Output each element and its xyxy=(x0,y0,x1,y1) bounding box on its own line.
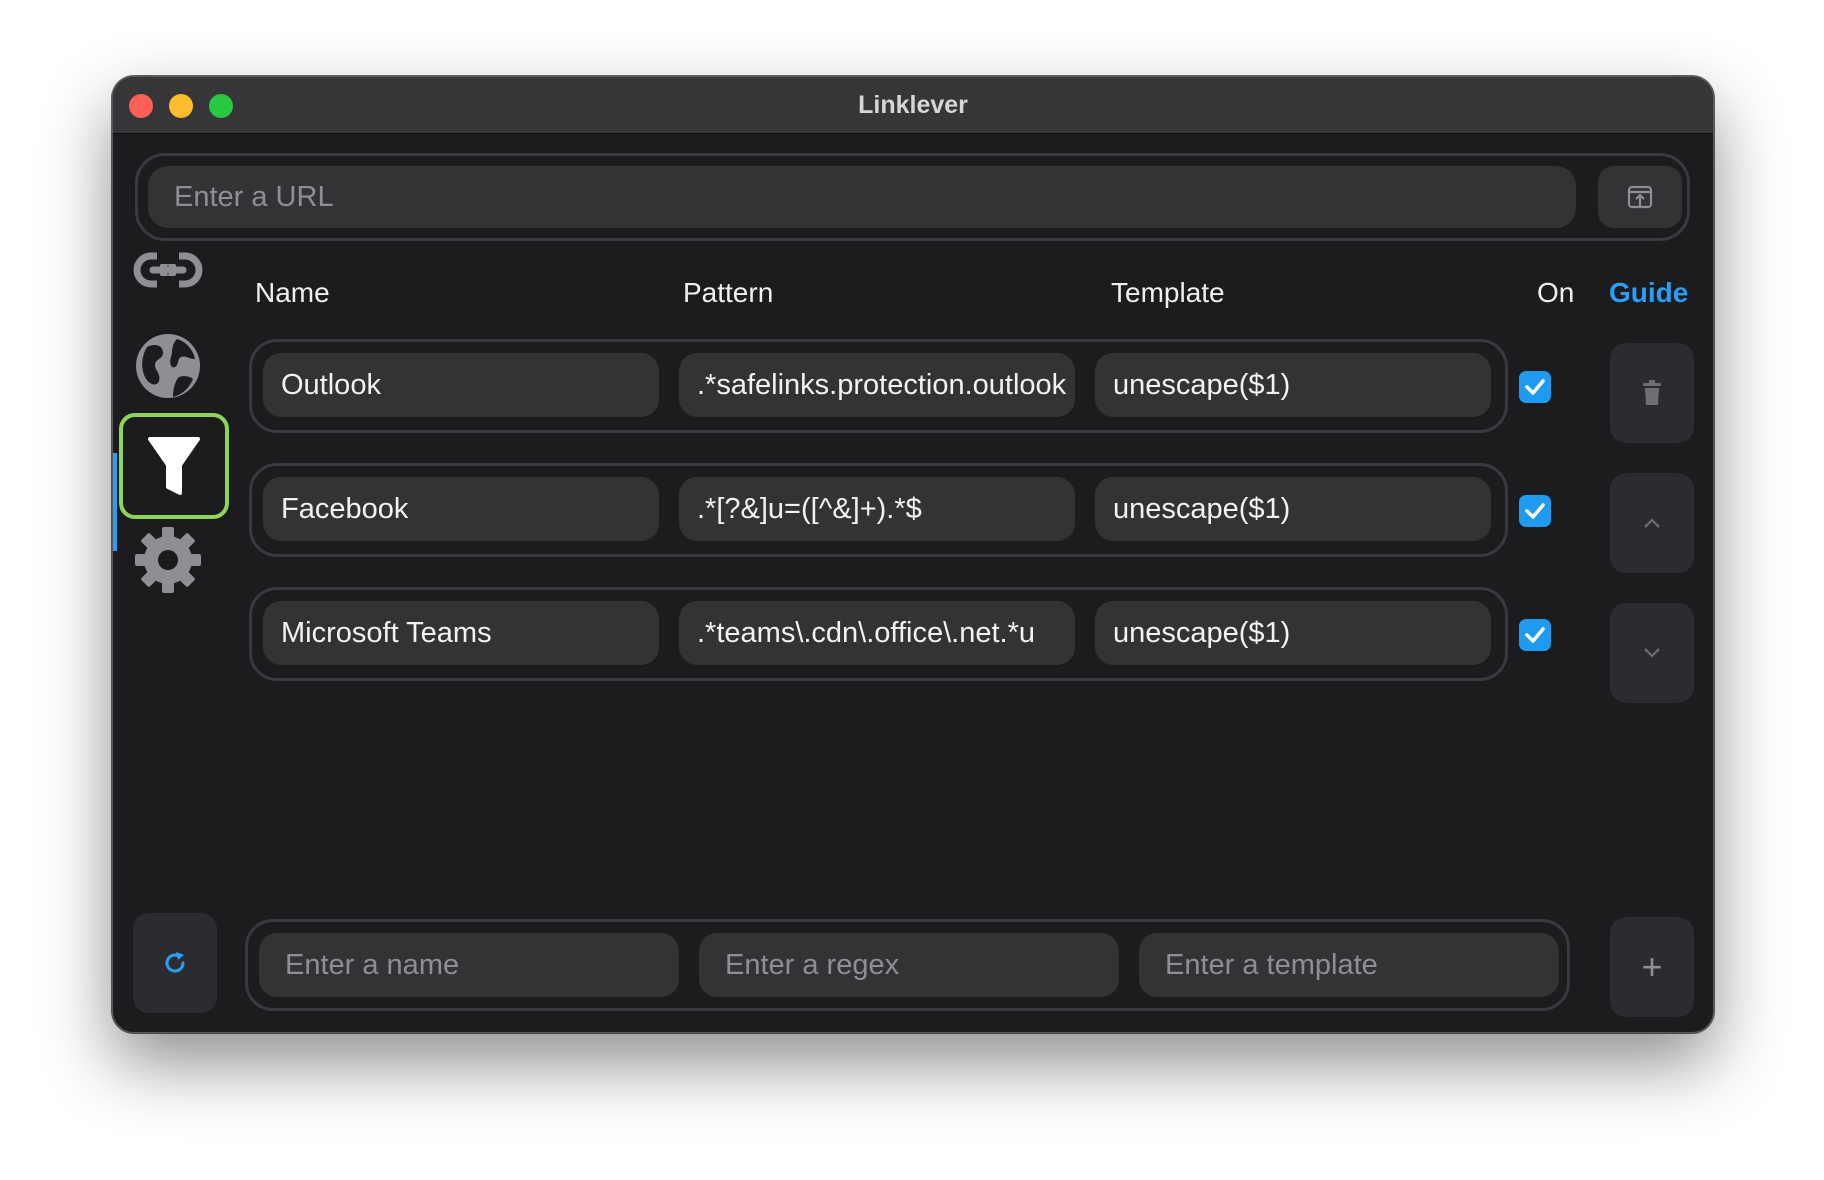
checkmark-icon xyxy=(1525,627,1545,643)
refresh-icon xyxy=(165,952,185,973)
globe-icon xyxy=(136,334,200,398)
rule-enabled-checkbox[interactable] xyxy=(1519,371,1551,403)
rule-enabled-checkbox[interactable] xyxy=(1519,619,1551,651)
title-bar: Linklever xyxy=(113,77,1713,134)
delete-rule-button[interactable] xyxy=(1610,343,1694,443)
new-rule-regex-input[interactable] xyxy=(699,933,1119,997)
url-input[interactable] xyxy=(148,166,1576,228)
active-tab-indicator xyxy=(113,453,117,551)
checkmark-icon xyxy=(1525,503,1545,519)
sidebar-item-filters[interactable] xyxy=(119,413,229,519)
rule-pattern-field[interactable]: .*safelinks.protection.outlook xyxy=(679,353,1075,417)
sidebar-item-links[interactable] xyxy=(123,225,213,315)
new-rule-name-input[interactable] xyxy=(259,933,679,997)
rule-enabled-checkbox[interactable] xyxy=(1519,495,1551,527)
new-rule-form xyxy=(245,919,1570,1011)
column-header-template: Template xyxy=(1111,277,1225,308)
rule-pattern-field[interactable]: .*[?&]u=([^&]+).*$ xyxy=(679,477,1075,541)
column-header-name: Name xyxy=(255,277,330,308)
sidebar-item-settings[interactable] xyxy=(123,515,213,605)
window-title: Linklever xyxy=(858,91,968,119)
refresh-button[interactable] xyxy=(133,913,217,1013)
rule-template-field[interactable]: unescape($1) xyxy=(1095,601,1491,665)
move-down-button[interactable] xyxy=(1610,603,1694,703)
rule-template-field[interactable]: unescape($1) xyxy=(1095,353,1491,417)
move-up-button[interactable] xyxy=(1610,473,1694,573)
rule-template-field[interactable]: unescape($1) xyxy=(1095,477,1491,541)
new-rule-template-input[interactable] xyxy=(1139,933,1559,997)
rule-name-field[interactable]: Facebook xyxy=(263,477,659,541)
trash-icon xyxy=(1643,380,1661,405)
table-row: Outlook .*safelinks.protection.outlook u… xyxy=(249,339,1508,433)
chevron-down-icon xyxy=(1644,648,1660,658)
funnel-icon xyxy=(148,437,200,495)
add-rule-button[interactable]: + xyxy=(1610,917,1694,1017)
table-row: Microsoft Teams .*teams\.cdn\.office\.ne… xyxy=(249,587,1508,681)
url-bar xyxy=(135,153,1690,241)
column-header-pattern: Pattern xyxy=(683,277,774,308)
gear-icon xyxy=(135,527,201,593)
link-icon xyxy=(133,250,203,290)
rule-name-field[interactable]: Microsoft Teams xyxy=(263,601,659,665)
checkmark-icon xyxy=(1525,379,1545,395)
rule-pattern-field[interactable]: .*teams\.cdn\.office\.net.*u xyxy=(679,601,1075,665)
chevron-up-icon xyxy=(1644,518,1660,528)
rule-name-field[interactable]: Outlook xyxy=(263,353,659,417)
table-row: Facebook .*[?&]u=([^&]+).*$ unescape($1) xyxy=(249,463,1508,557)
guide-link[interactable]: Guide xyxy=(1609,277,1688,309)
open-url-button[interactable] xyxy=(1598,166,1682,228)
sidebar-item-globe[interactable] xyxy=(123,321,213,411)
app-window: Linklever Enter a URL Name Pattern Templ… xyxy=(112,76,1714,1033)
column-header-on: On xyxy=(1537,277,1575,308)
open-url-icon xyxy=(1627,185,1653,209)
